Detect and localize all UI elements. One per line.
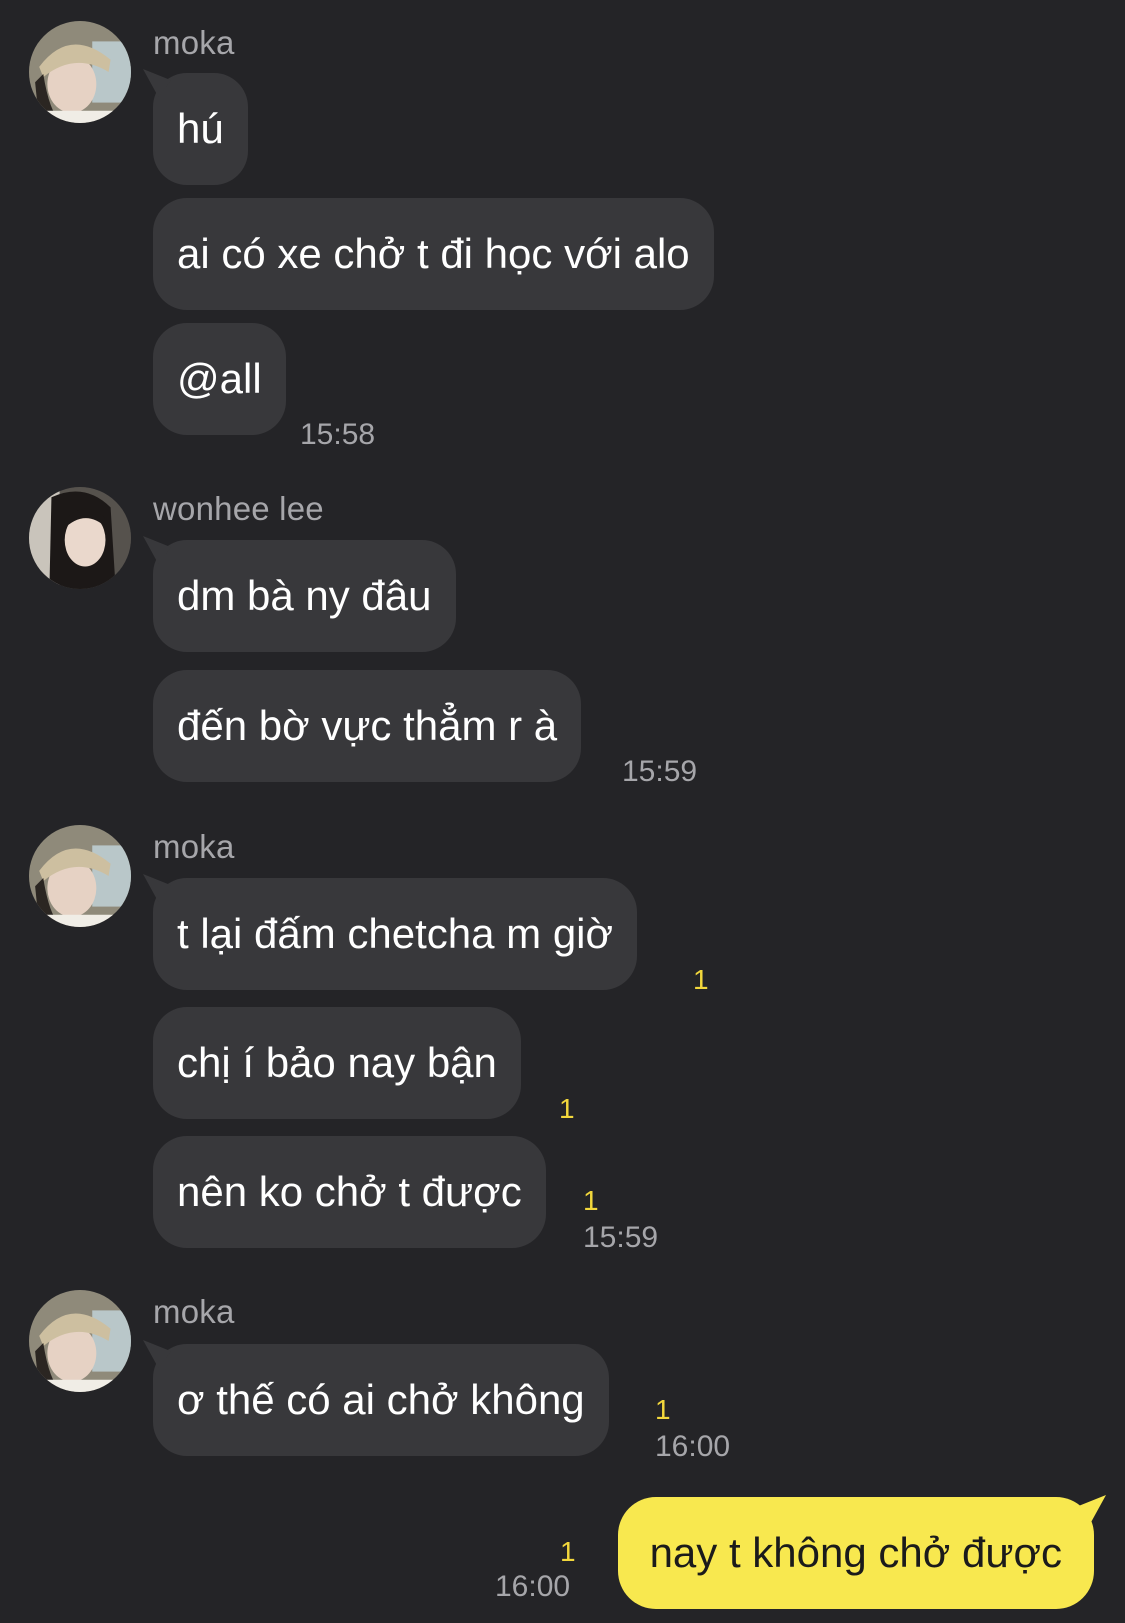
sender-name: wonhee lee — [153, 490, 324, 527]
avatar-moka-icon[interactable] — [29, 825, 131, 927]
message-timestamp: 15:58 — [300, 418, 376, 451]
unread-count: 1 — [559, 1093, 575, 1124]
avatar-wonhee-icon[interactable] — [29, 487, 131, 589]
message-bubble[interactable]: ai có xe chở t đi học với alo — [153, 198, 714, 310]
sender-name: moka — [153, 24, 235, 61]
message-timestamp: 15:59 — [622, 755, 698, 788]
sender-name: moka — [153, 1293, 235, 1330]
my-message-bubble[interactable]: nay t không chở được — [617, 1497, 1094, 1609]
message-bubble[interactable]: t lại đấm chetcha m giờ — [153, 878, 638, 990]
message-timestamp: 15:59 — [583, 1221, 659, 1254]
message-bubble[interactable]: ơ thế có ai chở không — [153, 1344, 609, 1456]
unread-count: 1 — [693, 964, 709, 995]
message-bubble[interactable]: dm bà ny đâu — [153, 540, 456, 652]
message-bubble[interactable]: đến bờ vực thẳm r à — [153, 670, 582, 782]
avatar-moka-icon[interactable] — [29, 21, 131, 123]
message-timestamp: 16:00 — [495, 1570, 571, 1603]
unread-count: 1 — [655, 1394, 671, 1425]
avatar-moka-icon[interactable] — [29, 1290, 131, 1392]
unread-count: 1 — [583, 1185, 599, 1216]
message-bubble[interactable]: hú — [153, 73, 248, 185]
message-timestamp: 16:00 — [655, 1430, 731, 1463]
chat-message-list[interactable]: moka hú ai có xe chở t đi học với alo @a… — [0, 0, 1125, 1623]
sender-name: moka — [153, 828, 235, 865]
message-bubble[interactable]: nên ko chở t được — [153, 1136, 546, 1248]
unread-count: 1 — [560, 1536, 576, 1567]
message-bubble[interactable]: @all — [153, 323, 286, 435]
message-bubble[interactable]: chị í bảo nay bận — [153, 1007, 521, 1119]
